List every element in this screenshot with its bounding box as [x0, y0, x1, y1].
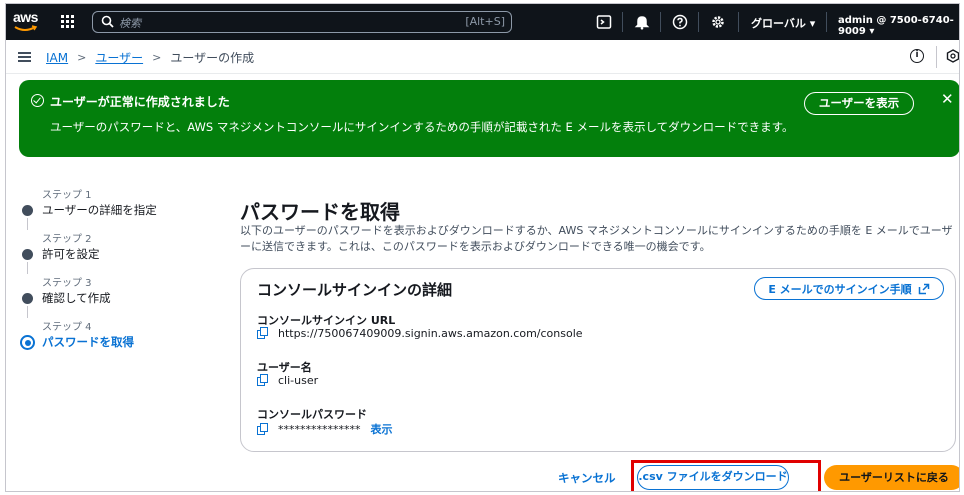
url-row: https://750067409009.signin.aws.amazon.c… [257, 327, 583, 340]
page-title: パスワードを取得 [240, 200, 400, 224]
chevron-right-icon: > [152, 51, 162, 64]
success-flashbar: ユーザーが正常に作成されました ユーザーのパスワードと、AWS マネジメントコン… [19, 80, 959, 157]
breadcrumb: IAM > ユーザー > ユーザーの作成 [46, 49, 254, 66]
top-navigation: aws 検索 [Alt+S] グローバル ▾ admin @ 7500-6740… [6, 4, 959, 40]
card-title: コンソールサインインの詳細 [257, 281, 453, 299]
copy-icon[interactable] [257, 327, 270, 340]
step-connector [27, 262, 28, 274]
username-label: ユーザー名 [257, 361, 312, 374]
url-value: https://750067409009.signin.aws.amazon.c… [278, 327, 583, 340]
step-dot [22, 205, 33, 216]
menu-icon[interactable] [18, 52, 31, 62]
active-step-icon [20, 335, 35, 350]
console-window: aws 検索 [Alt+S] グローバル ▾ admin @ 7500-6740… [5, 3, 960, 492]
search-shortcut: [Alt+S] [465, 15, 505, 28]
step-number: ステップ 1 [42, 190, 92, 201]
breadcrumb-iam[interactable]: IAM [46, 51, 68, 65]
step-dot [22, 293, 33, 304]
password-label: コンソールパスワード [257, 408, 367, 421]
nav-divider [826, 12, 827, 32]
step-connector [27, 218, 28, 230]
download-csv-button[interactable]: .csv ファイルをダウンロード [637, 465, 789, 490]
step-number: ステップ 4 [42, 322, 92, 333]
success-check-icon [31, 94, 44, 107]
cancel-button[interactable]: キャンセル [558, 470, 616, 486]
page-description: 以下のユーザーのパスワードを表示およびダウンロードするか、AWS マネジメントコ… [240, 224, 953, 253]
step-label: 確認して作成 [42, 291, 111, 305]
username-value: cli-user [278, 374, 319, 387]
step-number: ステップ 3 [42, 278, 92, 289]
step-label: 許可を設定 [42, 247, 100, 261]
info-icon[interactable]: i [910, 49, 924, 63]
gear-icon[interactable] [710, 14, 726, 30]
step-number: ステップ 2 [42, 234, 92, 245]
copy-icon[interactable] [257, 374, 270, 387]
close-icon[interactable]: ✕ [941, 90, 954, 108]
step-label: ユーザーの詳細を指定 [42, 203, 157, 217]
search-placeholder: 検索 [119, 17, 141, 30]
help-icon[interactable] [672, 14, 688, 30]
view-user-button[interactable]: ユーザーを表示 [804, 92, 914, 115]
password-row: *************** 表示 [257, 421, 393, 437]
url-label: コンソールサインイン URL [257, 314, 396, 327]
breadcrumb-users[interactable]: ユーザー [95, 49, 143, 66]
smile-arrow-icon [14, 25, 38, 31]
show-password-link[interactable]: 表示 [371, 421, 393, 437]
divider [936, 46, 937, 68]
external-link-icon [918, 283, 929, 294]
nav-divider [622, 12, 623, 32]
bell-icon[interactable] [634, 14, 650, 30]
copy-icon[interactable] [257, 422, 270, 436]
nav-divider [660, 12, 661, 32]
nav-divider [738, 12, 739, 32]
chevron-right-icon: > [77, 51, 87, 64]
region-selector[interactable]: グローバル ▾ [751, 15, 815, 31]
breadcrumb-bar: IAM > ユーザー > ユーザーの作成 i [6, 40, 959, 74]
nav-divider [698, 12, 699, 32]
aws-logo[interactable]: aws [12, 9, 40, 35]
step-dot [22, 249, 33, 260]
cloudshell-icon[interactable] [596, 14, 612, 30]
breadcrumb-current: ユーザーの作成 [170, 51, 255, 65]
console-signin-details-card: コンソールサインインの詳細 E メールでのサインイン手順 コンソールサインイン … [240, 268, 956, 452]
return-to-user-list-button[interactable]: ユーザーリストに戻る [824, 465, 959, 490]
email-signin-instructions-button[interactable]: E メールでのサインイン手順 [754, 277, 944, 300]
username-row: cli-user [257, 374, 318, 387]
step-connector [27, 306, 28, 318]
password-value: *************** [278, 422, 361, 436]
flash-message: ユーザーのパスワードと、AWS マネジメントコンソールにサインインするための手順… [50, 120, 794, 134]
hexagon-settings-icon[interactable] [946, 49, 960, 63]
services-grid-icon[interactable] [61, 15, 75, 29]
search-icon [101, 15, 114, 28]
step-label: パスワードを取得 [42, 335, 134, 349]
search-input[interactable]: 検索 [Alt+S] [92, 11, 512, 33]
flash-title: ユーザーが正常に作成されました [50, 95, 230, 109]
email-button-label: E メールでのサインイン手順 [768, 282, 912, 296]
account-menu[interactable]: admin @ 7500-6740-9009 ▾ [838, 15, 959, 37]
